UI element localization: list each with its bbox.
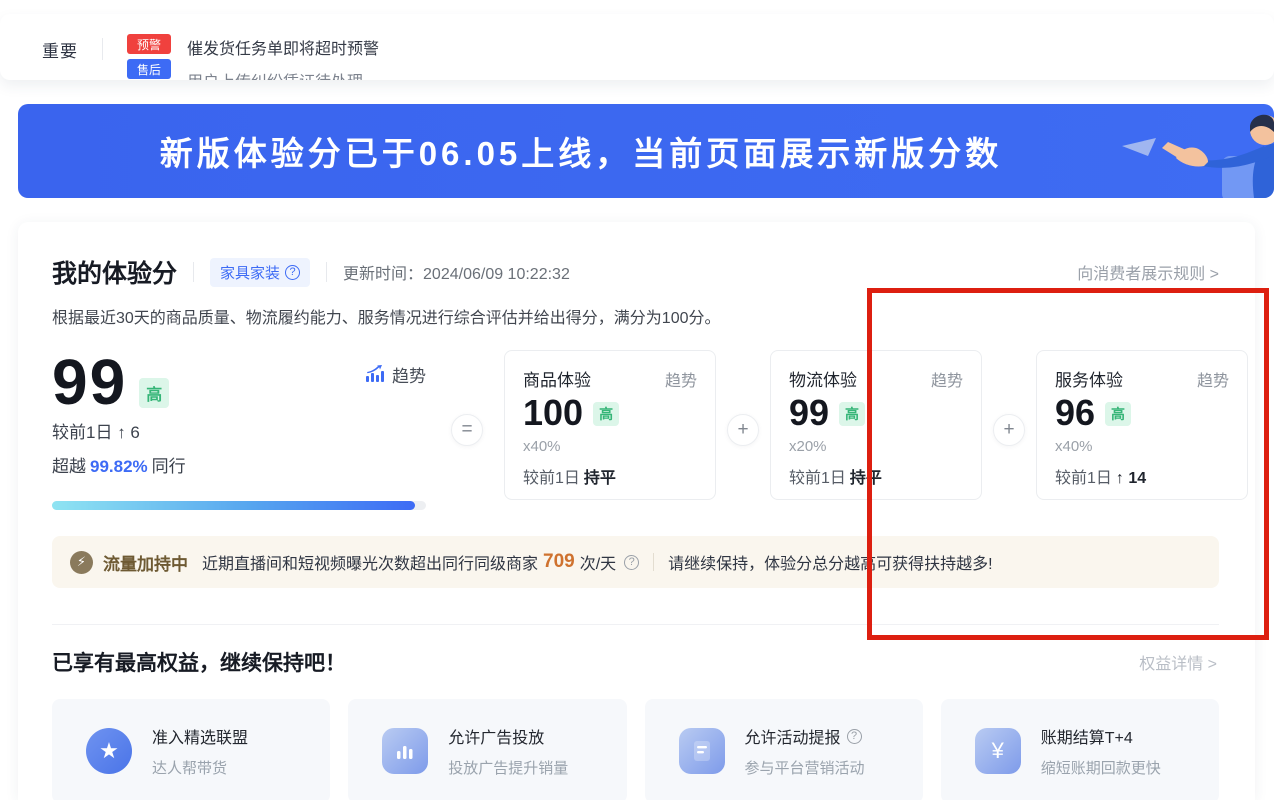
page-title: 我的体验分 xyxy=(52,254,177,290)
sub-score-card-product: 商品体验 趋势 100 高 x40% 较前1日持平 xyxy=(504,350,716,500)
notification-messages: 催发货任务单即将超时预警 用户上传纠纷凭证待处理 xyxy=(187,34,379,80)
surpass-percent: 99.82% xyxy=(90,457,148,476)
score-progress-fill xyxy=(52,501,415,510)
category-label: 家具家装 xyxy=(220,262,280,283)
surpass-line: 超越99.82%同行 xyxy=(52,452,426,477)
consumer-rules-link[interactable]: 向消费者展示规则 > xyxy=(1077,260,1219,284)
sub-score-card-logistics: 物流体验 趋势 99 高 x20% 较前1日持平 xyxy=(770,350,982,500)
traffic-status: 流量加持中 xyxy=(103,550,188,575)
sub-score-name: 服务体验 xyxy=(1055,366,1123,391)
notification-message[interactable]: 催发货任务单即将超时预警 xyxy=(187,34,379,59)
benefits-section: 已享有最高权益，继续保持吧！ 权益详情 > ★ 准入精选联盟 达人帮带货 xyxy=(52,624,1219,800)
warning-badge: 预警 xyxy=(127,34,171,54)
benefit-subtitle: 达人帮带货 xyxy=(152,757,248,778)
total-score-block: 99 高 趋势 较前1日 ↑ 6 xyxy=(52,350,426,510)
lightning-icon: ⚡ xyxy=(70,551,93,574)
level-badge: 高 xyxy=(1105,402,1131,426)
experience-score-page: 重要 预警 售后 催发货任务单即将超时预警 用户上传纠纷凭证待处理 新版体验分已… xyxy=(0,0,1274,800)
importance-label: 重要 xyxy=(42,34,78,62)
total-score-value: 99 xyxy=(52,350,127,414)
bar-chart-trend-icon xyxy=(365,365,385,383)
traffic-unit: 次/天 xyxy=(580,550,616,574)
benefit-card-alliance[interactable]: ★ 准入精选联盟 达人帮带货 xyxy=(52,699,330,800)
sub-score-name: 物流体验 xyxy=(789,366,857,391)
benefit-subtitle: 投放广告提升销量 xyxy=(448,757,568,778)
new-version-banner[interactable]: 新版体验分已于06.05上线，当前页面展示新版分数 xyxy=(18,104,1274,198)
question-circle-icon[interactable] xyxy=(624,555,639,570)
benefits-detail-link[interactable]: 权益详情 > xyxy=(1139,650,1217,674)
traffic-text: 近期直播间和短视频曝光次数超出同行同级商家 xyxy=(202,550,538,574)
divider xyxy=(653,553,654,571)
sub-score-delta: 较前1日持平 xyxy=(789,464,963,488)
sub-score-card-service: 服务体验 趋势 96 高 x40% 较前1日↑ 14 xyxy=(1036,350,1248,500)
traffic-highlight-value: 709 xyxy=(543,551,575,573)
notification-message[interactable]: 用户上传纠纷凭证待处理 xyxy=(187,68,379,80)
divider xyxy=(326,262,327,282)
benefit-cards: ★ 准入精选联盟 达人帮带货 允许广告 xyxy=(52,699,1219,800)
benefit-title: 账期结算T+4 xyxy=(1041,724,1161,748)
aftersale-badge: 售后 xyxy=(127,59,171,79)
trend-link[interactable]: 趋势 xyxy=(365,362,426,386)
plus-sign: + xyxy=(993,414,1025,446)
update-time: 更新时间：2024/06/09 10:22:32 xyxy=(343,260,570,284)
score-progress-track xyxy=(52,501,426,510)
trend-link[interactable]: 趋势 xyxy=(931,367,963,391)
total-delta: 较前1日 ↑ 6 xyxy=(52,418,426,443)
star-icon: ★ xyxy=(86,728,132,774)
sub-score-weight: x40% xyxy=(1055,438,1229,455)
score-card-header: 我的体验分 家具家装 更新时间：2024/06/09 10:22:32 向消费者… xyxy=(52,254,1219,290)
total-delta-value: ↑ 6 xyxy=(117,423,140,442)
benefit-card-campaign[interactable]: 允许活动提报 参与平台营销活动 xyxy=(645,699,923,800)
benefit-subtitle: 缩短账期回款更快 xyxy=(1041,757,1161,778)
divider xyxy=(193,262,194,282)
trend-link[interactable]: 趋势 xyxy=(665,367,697,391)
notification-bar: 重要 预警 售后 催发货任务单即将超时预警 用户上传纠纷凭证待处理 xyxy=(0,14,1274,80)
sub-score-value: 100 xyxy=(523,393,583,433)
ad-chart-icon xyxy=(382,728,428,774)
trend-label: 趋势 xyxy=(392,362,426,387)
document-icon xyxy=(679,728,725,774)
score-card: 我的体验分 家具家装 更新时间：2024/06/09 10:22:32 向消费者… xyxy=(18,222,1255,800)
score-description: 根据最近30天的商品质量、物流履约能力、服务情况进行综合评估并给出得分，满分为1… xyxy=(52,304,1219,328)
traffic-boost-banner: ⚡ 流量加持中 近期直播间和短视频曝光次数超出同行同级商家 709 次/天 请继… xyxy=(52,536,1219,588)
traffic-tip: 请继续保持，体验分总分越高可获得扶持越多! xyxy=(668,550,992,574)
sub-score-name: 商品体验 xyxy=(523,366,591,391)
level-badge: 高 xyxy=(139,378,169,408)
plus-sign: + xyxy=(727,414,759,446)
banner-text: 新版体验分已于06.05上线，当前页面展示新版分数 xyxy=(160,127,1133,175)
sub-score-delta: 较前1日持平 xyxy=(523,464,697,488)
benefit-title: 准入精选联盟 xyxy=(152,724,248,748)
question-circle-icon[interactable] xyxy=(285,265,300,280)
sub-score-value: 99 xyxy=(789,393,829,433)
category-badge[interactable]: 家具家装 xyxy=(210,258,310,287)
notification-badges: 预警 售后 xyxy=(127,34,171,79)
benefit-title: 允许广告投放 xyxy=(448,724,568,748)
sub-score-weight: x20% xyxy=(789,438,963,455)
yuan-settlement-icon: ¥ xyxy=(975,728,1021,774)
benefit-card-ads[interactable]: 允许广告投放 投放广告提升销量 xyxy=(348,699,626,800)
benefit-subtitle: 参与平台营销活动 xyxy=(745,757,865,778)
equals-sign: = xyxy=(451,414,483,446)
divider xyxy=(102,38,103,60)
trend-link[interactable]: 趋势 xyxy=(1197,367,1229,391)
level-badge: 高 xyxy=(839,402,865,426)
sub-score-weight: x40% xyxy=(523,438,697,455)
benefit-card-settlement[interactable]: ¥ 账期结算T+4 缩短账期回款更快 xyxy=(941,699,1219,800)
benefit-title: 允许活动提报 xyxy=(745,724,865,748)
sub-score-value: 96 xyxy=(1055,393,1095,433)
sub-score-delta: 较前1日↑ 14 xyxy=(1055,464,1229,488)
benefits-title: 已享有最高权益，继续保持吧！ xyxy=(52,647,346,677)
level-badge: 高 xyxy=(593,402,619,426)
person-waving-icon xyxy=(1104,104,1274,198)
score-breakdown-row: 99 高 趋势 较前1日 ↑ 6 xyxy=(52,350,1219,510)
question-circle-icon[interactable] xyxy=(847,729,862,744)
